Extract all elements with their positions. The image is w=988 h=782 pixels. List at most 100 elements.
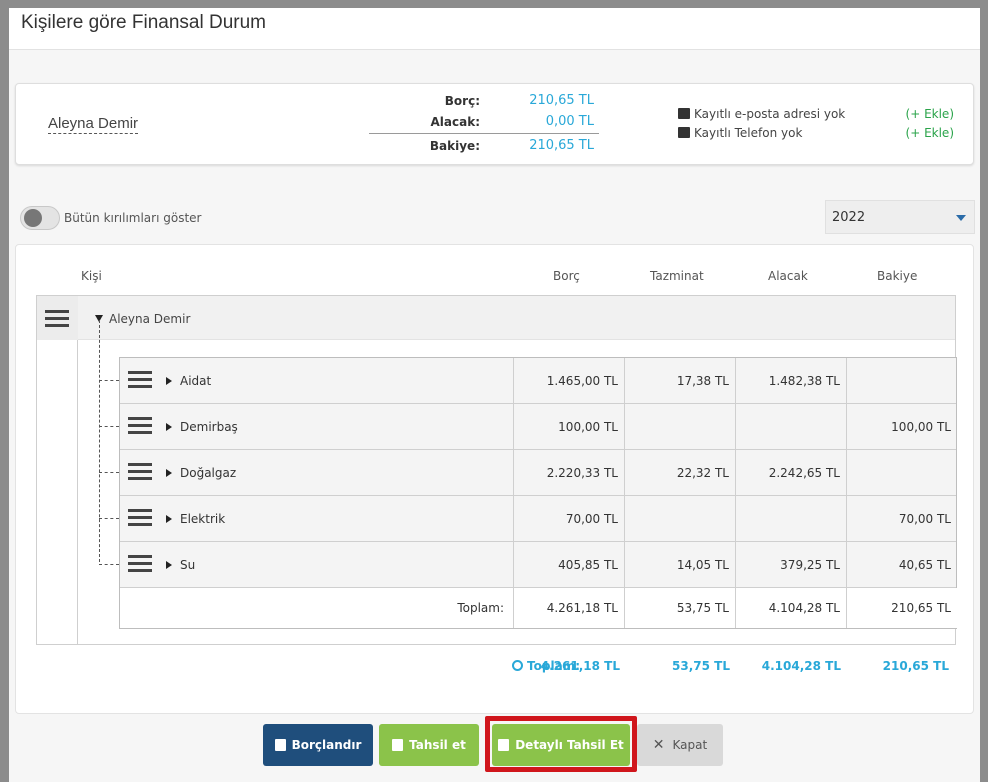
grand-total-tazminat: 53,75 TL — [672, 659, 730, 673]
phone-icon — [678, 127, 690, 138]
column-header-tazminat: Tazminat — [650, 269, 704, 283]
row-category-name: Demirbaş — [180, 420, 238, 434]
cell-borc: 405,85 TL — [513, 542, 624, 587]
category-table: Aidat 1.465,00 TL 17,38 TL 1.482,38 TL D… — [119, 357, 957, 629]
tree-connector — [99, 426, 119, 427]
column-header-kisi: Kişi — [81, 269, 102, 283]
email-status-text: Kayıtlı e-posta adresi yok — [694, 107, 846, 121]
row-category-name: Elektrik — [180, 512, 226, 526]
toggle-knob — [24, 209, 42, 227]
group-menu-icon[interactable] — [45, 310, 69, 327]
cell-borc: 1.465,00 TL — [513, 358, 624, 403]
cell-alacak — [735, 404, 846, 449]
grand-total-bakiye: 210,65 TL — [882, 659, 949, 673]
tahsil-et-button[interactable]: Tahsil et — [379, 724, 479, 766]
tree-connector — [99, 518, 119, 519]
grand-total-alacak: 4.104,28 TL — [761, 659, 841, 673]
row-category-name: Aidat — [180, 374, 212, 388]
cell-bakiye — [846, 450, 957, 495]
person-name-link[interactable]: Aleyna Demir — [48, 115, 139, 134]
borc-label: Borç: — [444, 94, 480, 108]
borclandir-button-label: Borçlandır — [291, 738, 362, 752]
subtotal-alacak: 4.104,28 TL — [735, 588, 846, 628]
cell-tazminat — [624, 404, 735, 449]
group-left-strip — [37, 296, 78, 644]
cell-tazminat — [624, 496, 735, 541]
expand-triangle-icon[interactable] — [166, 377, 172, 385]
subtotal-borc: 4.261,18 TL — [513, 588, 624, 628]
table-row[interactable]: Demirbaş 100,00 TL 100,00 TL — [120, 404, 956, 450]
breakdown-table-card: Kişi Borç Tazminat Alacak Bakiye Aleyna … — [15, 244, 974, 714]
caret-down-icon — [956, 215, 966, 221]
modal-title: Kişilere göre Finansal Durum — [21, 12, 266, 33]
cell-borc: 100,00 TL — [513, 404, 624, 449]
detayli-tahsil-et-button[interactable]: Detaylı Tahsil Et — [492, 724, 630, 766]
phone-status: Kayıtlı Telefon yok — [678, 126, 802, 140]
row-category-name: Su — [180, 558, 196, 572]
financial-status-modal: Kişilere göre Finansal Durum Aleyna Demi… — [9, 8, 980, 782]
cell-borc: 70,00 TL — [513, 496, 624, 541]
cell-bakiye: 40,65 TL — [846, 542, 957, 587]
cell-alacak: 2.242,65 TL — [735, 450, 846, 495]
phone-status-text: Kayıtlı Telefon yok — [694, 126, 803, 140]
bakiye-label: Bakiye: — [429, 139, 480, 153]
row-menu-icon[interactable] — [128, 417, 152, 434]
row-menu-icon[interactable] — [128, 509, 152, 526]
row-menu-icon[interactable] — [128, 371, 152, 388]
table-row[interactable]: Aidat 1.465,00 TL 17,38 TL 1.482,38 TL — [120, 358, 956, 404]
table-row[interactable]: Su 405,85 TL 14,05 TL 379,25 TL 40,65 TL — [120, 542, 956, 588]
borclandir-button[interactable]: Borçlandır — [263, 724, 373, 766]
cell-bakiye: 100,00 TL — [846, 404, 957, 449]
borc-value: 210,65 TL — [529, 93, 594, 108]
tree-connector — [99, 472, 119, 473]
tree-connector — [99, 380, 119, 381]
person-group: Aleyna Demir Aidat 1.465,00 TL 17,38 TL … — [36, 295, 957, 645]
close-icon: ✕ — [652, 737, 665, 753]
document-icon — [274, 739, 286, 751]
cell-alacak: 379,25 TL — [735, 542, 846, 587]
email-status: Kayıtlı e-posta adresi yok — [678, 107, 845, 121]
cell-alacak — [735, 496, 846, 541]
subtotal-tazminat: 53,75 TL — [624, 588, 735, 628]
modal-header: Kişilere göre Finansal Durum — [9, 8, 980, 50]
detayli-tahsil-et-button-label: Detaylı Tahsil Et — [515, 738, 624, 752]
cell-bakiye: 70,00 TL — [846, 496, 957, 541]
envelope-icon — [678, 108, 690, 119]
subtotal-label: Toplam: — [457, 601, 504, 615]
expand-triangle-icon[interactable] — [166, 423, 172, 431]
bakiye-value: 210,65 TL — [529, 138, 594, 153]
person-summary-card: Aleyna Demir Borç: 210,65 TL Alacak: 0,0… — [15, 83, 974, 165]
expand-triangle-icon[interactable] — [166, 469, 172, 477]
column-header-alacak: Alacak — [768, 269, 808, 283]
tree-connector — [99, 564, 119, 565]
group-person-name: Aleyna Demir — [109, 312, 191, 326]
cell-tazminat: 22,32 TL — [624, 450, 735, 495]
year-select[interactable]: 2022 — [825, 200, 975, 234]
cell-tazminat: 17,38 TL — [624, 358, 735, 403]
expand-triangle-icon[interactable] — [166, 561, 172, 569]
money-icon — [392, 739, 404, 751]
tree-connector-vertical — [99, 320, 100, 562]
column-header-bakiye: Bakiye — [877, 269, 918, 283]
grand-total-borc: 4.261,18 TL — [540, 659, 620, 673]
add-email-link[interactable]: (+ Ekle) — [906, 107, 954, 121]
kapat-button[interactable]: ✕ Kapat — [637, 724, 723, 766]
subtotal-row: Toplam: 4.261,18 TL 53,75 TL 4.104,28 TL… — [120, 588, 957, 628]
money-icon — [498, 739, 510, 751]
table-row[interactable]: Elektrik 70,00 TL 70,00 TL — [120, 496, 956, 542]
row-menu-icon[interactable] — [128, 555, 152, 572]
cell-bakiye — [846, 358, 957, 403]
table-row[interactable]: Doğalgaz 2.220,33 TL 22,32 TL 2.242,65 T… — [120, 450, 956, 496]
cell-borc: 2.220,33 TL — [513, 450, 624, 495]
show-all-breakdowns-toggle[interactable] — [20, 206, 60, 230]
expand-triangle-icon[interactable] — [166, 515, 172, 523]
kapat-button-label: Kapat — [672, 738, 708, 752]
cell-alacak: 1.482,38 TL — [735, 358, 846, 403]
row-menu-icon[interactable] — [128, 463, 152, 480]
alacak-label: Alacak: — [430, 115, 481, 129]
alacak-value: 0,00 TL — [545, 114, 594, 129]
show-all-breakdowns-label: Bütün kırılımları göster — [64, 211, 202, 225]
year-select-value: 2022 — [832, 210, 866, 225]
add-phone-link[interactable]: (+ Ekle) — [906, 126, 954, 140]
group-header-row — [78, 296, 955, 340]
